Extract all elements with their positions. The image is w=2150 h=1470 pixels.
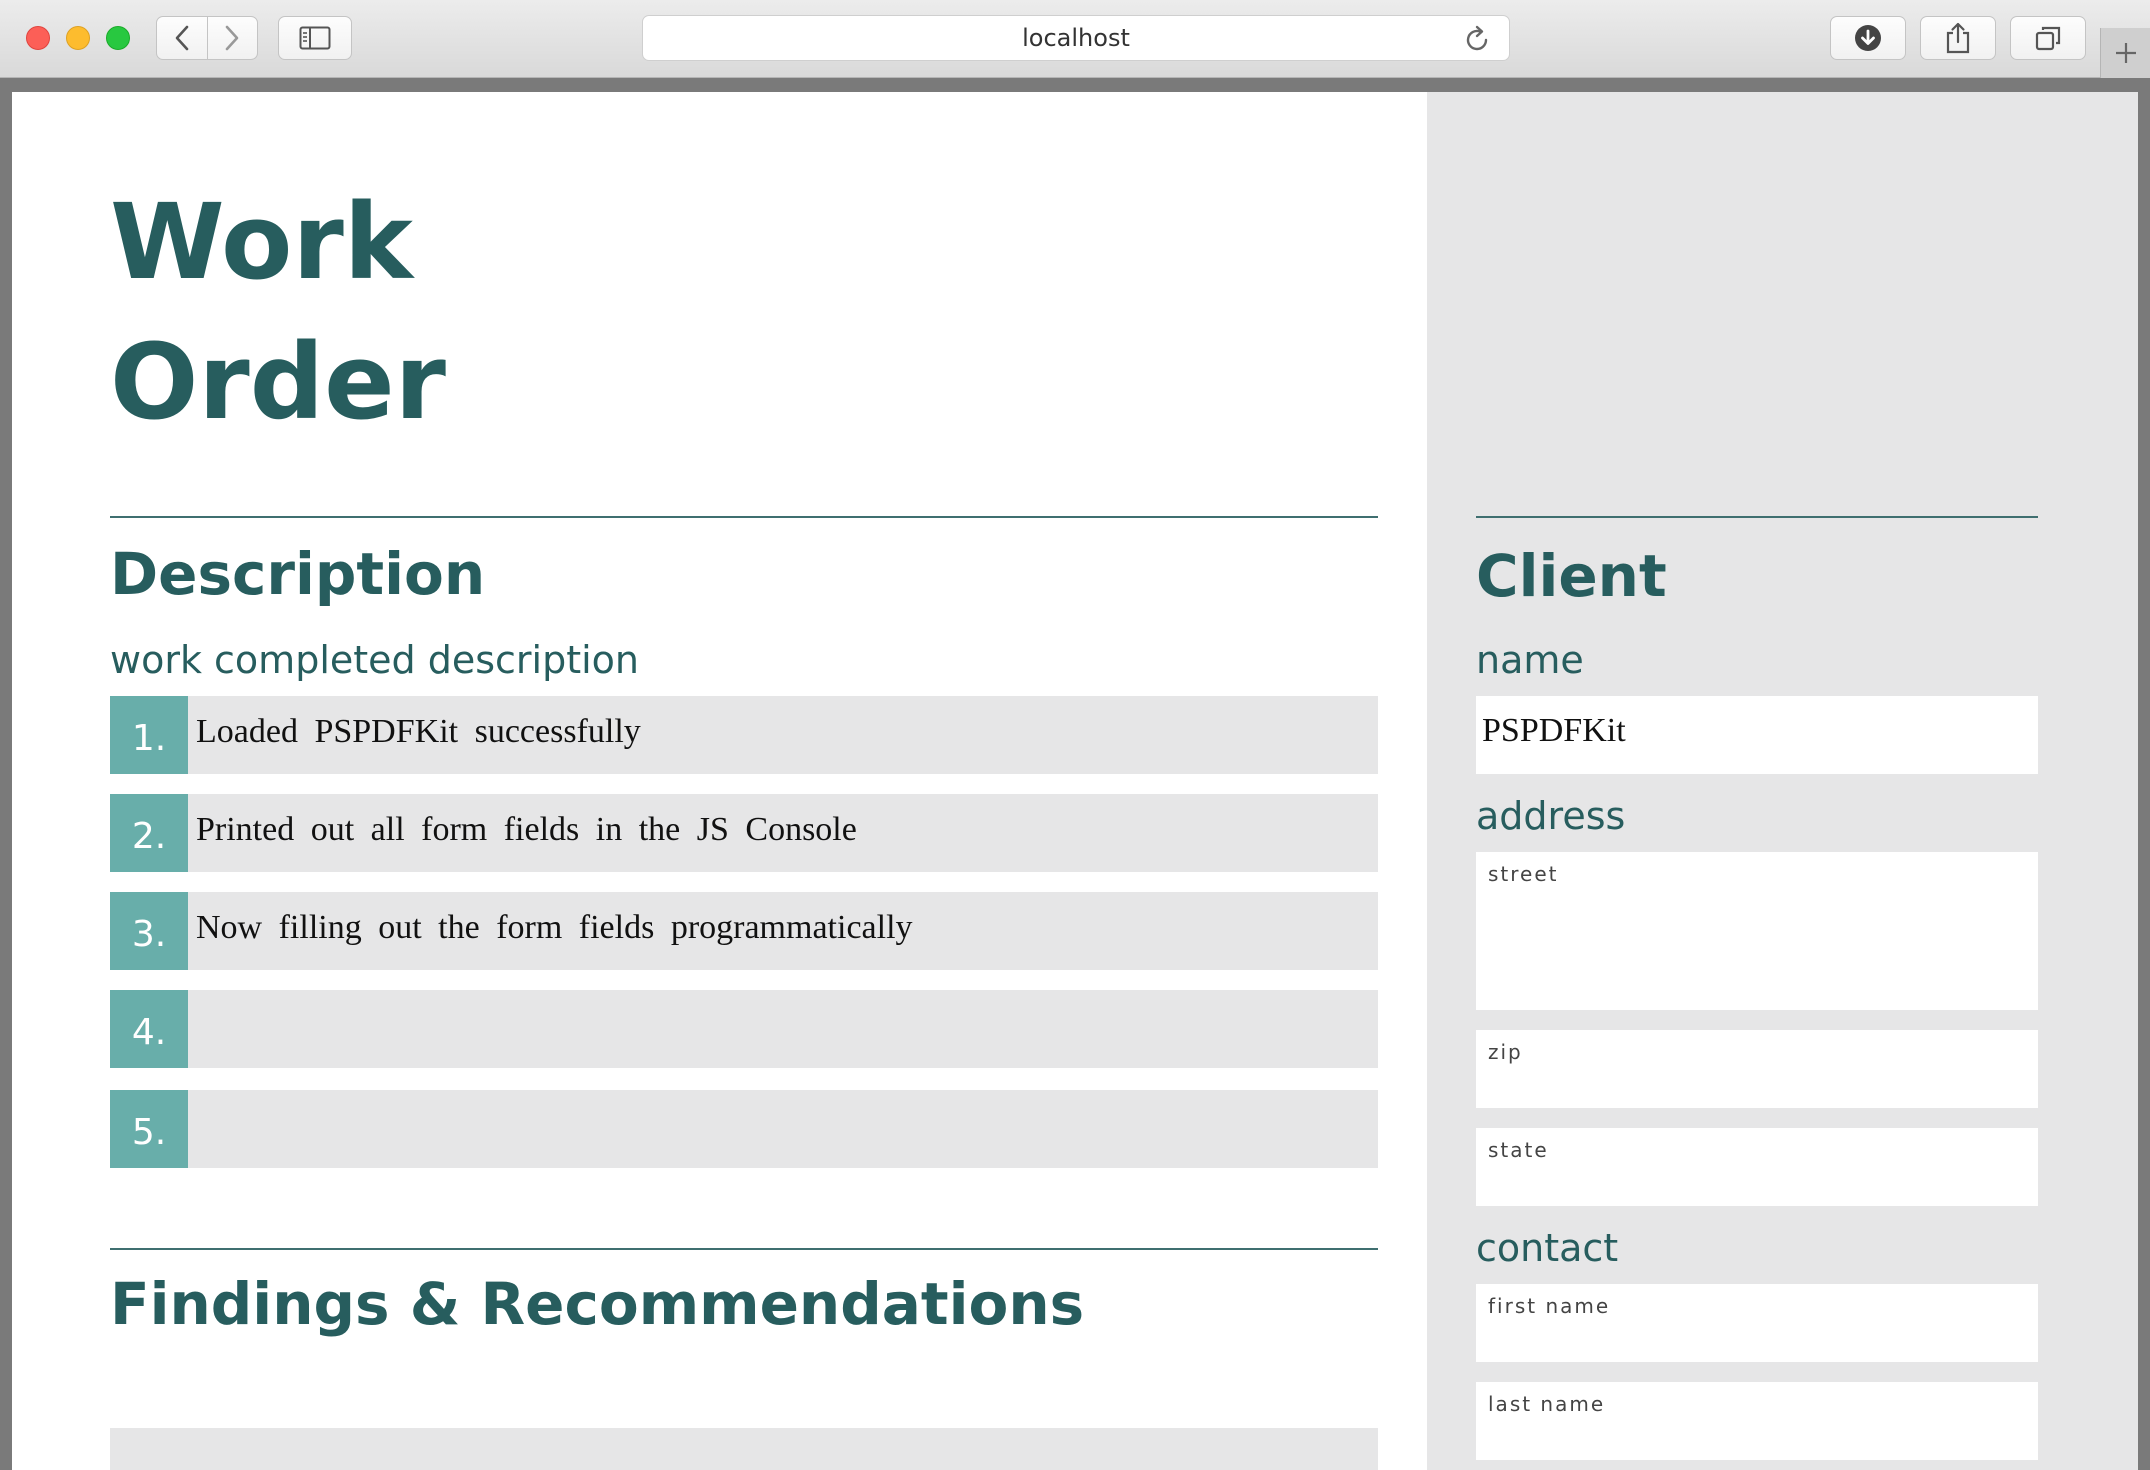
reload-icon[interactable] xyxy=(1465,25,1491,53)
new-tab-button[interactable] xyxy=(2100,28,2150,78)
description-row-2: 2. Printed out all form fields in the JS… xyxy=(110,794,1378,872)
description-row-4: 4. xyxy=(110,990,1378,1068)
page-title-line1: Work xyxy=(110,181,413,303)
description-field-2[interactable]: Printed out all form fields in the JS Co… xyxy=(188,794,1378,872)
findings-field[interactable] xyxy=(110,1428,1378,1470)
description-field-1[interactable]: Loaded PSPDFKit successfully xyxy=(188,696,1378,774)
description-field-4[interactable] xyxy=(188,990,1378,1068)
description-subheading: work completed description xyxy=(110,638,640,682)
page-title: Work Order xyxy=(110,172,446,452)
divider xyxy=(110,1248,1378,1250)
row-number: 3. xyxy=(110,892,188,970)
name-label: name xyxy=(1476,638,1584,682)
tabs-icon xyxy=(2035,26,2061,51)
description-field-3[interactable]: Now filling out the form fields programm… xyxy=(188,892,1378,970)
row-number: 5. xyxy=(110,1090,188,1168)
sidebar-toggle-button[interactable] xyxy=(278,16,352,60)
zip-field[interactable]: zip xyxy=(1476,1030,2038,1108)
state-field[interactable]: state xyxy=(1476,1128,2038,1206)
street-label: street xyxy=(1488,862,1559,886)
tab-overview-button[interactable] xyxy=(2010,16,2086,60)
maximize-window-button[interactable] xyxy=(106,26,130,50)
first-name-field[interactable]: first name xyxy=(1476,1284,2038,1362)
state-label: state xyxy=(1488,1138,1549,1162)
street-field[interactable]: street xyxy=(1476,852,2038,1010)
divider xyxy=(1476,516,2038,518)
address-label: address xyxy=(1476,794,1626,838)
chevron-right-icon xyxy=(225,25,239,51)
address-bar[interactable]: localhost xyxy=(642,15,1510,61)
zip-label: zip xyxy=(1488,1040,1523,1064)
last-name-field[interactable]: last name xyxy=(1476,1382,2038,1460)
close-window-button[interactable] xyxy=(26,26,50,50)
minimize-window-button[interactable] xyxy=(66,26,90,50)
client-name-value: PSPDFKit xyxy=(1482,712,1626,749)
download-icon xyxy=(1855,25,1881,51)
row-number: 4. xyxy=(110,990,188,1068)
description-row-5: 5. xyxy=(110,1090,1378,1168)
nav-button-group xyxy=(156,16,258,60)
plus-icon xyxy=(2115,43,2136,63)
description-row-1: 1. Loaded PSPDFKit successfully xyxy=(110,696,1378,774)
page-title-line2: Order xyxy=(110,321,446,443)
last-name-label: last name xyxy=(1488,1392,1606,1416)
row-number: 1. xyxy=(110,696,188,774)
web-page: Work Order Description work completed de… xyxy=(12,92,2138,1470)
back-button[interactable] xyxy=(157,17,207,59)
share-button[interactable] xyxy=(1920,16,1996,60)
share-icon xyxy=(1946,22,1970,54)
first-name-label: first name xyxy=(1488,1294,1611,1318)
divider xyxy=(110,516,1378,518)
description-heading: Description xyxy=(110,540,486,608)
description-row-3: 3. Now filling out the form fields progr… xyxy=(110,892,1378,970)
client-name-field[interactable]: PSPDFKit xyxy=(1476,696,2038,774)
browser-toolbar: localhost xyxy=(0,0,2150,78)
findings-heading: Findings & Recommendations xyxy=(110,1270,1085,1338)
url-text: localhost xyxy=(1022,24,1130,52)
client-heading: Client xyxy=(1476,542,1667,610)
contact-label: contact xyxy=(1476,1226,1619,1270)
forward-button[interactable] xyxy=(206,17,258,59)
chevron-left-icon xyxy=(175,25,189,51)
description-field-5[interactable] xyxy=(188,1090,1378,1168)
downloads-button[interactable] xyxy=(1830,16,1906,60)
sidebar-icon xyxy=(299,26,331,50)
row-number: 2. xyxy=(110,794,188,872)
